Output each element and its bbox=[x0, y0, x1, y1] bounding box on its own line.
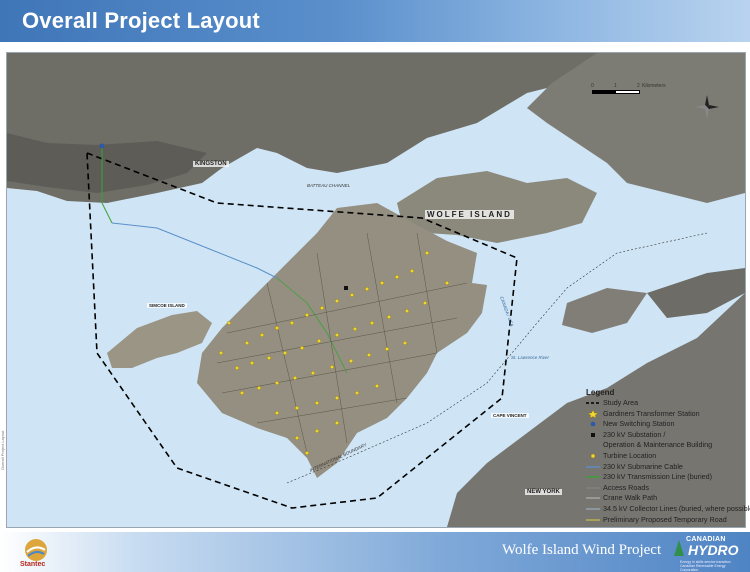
gray-line-icon bbox=[586, 484, 600, 492]
new-york-label: NEW YORK bbox=[525, 489, 562, 495]
north-arrow-icon bbox=[695, 95, 719, 119]
light-line-icon bbox=[586, 494, 600, 502]
simcoe-island bbox=[107, 311, 212, 368]
green-line-icon bbox=[586, 473, 600, 481]
substation-marker bbox=[344, 286, 348, 290]
scale-tick-2: 2 bbox=[637, 83, 640, 89]
page-title: Overall Project Layout bbox=[22, 8, 260, 33]
legend-title: Legend bbox=[586, 388, 615, 397]
wolfe-island-main bbox=[197, 203, 487, 478]
scale-unit: Kilometers bbox=[642, 83, 666, 89]
header-banner: Overall Project Layout bbox=[0, 0, 750, 42]
simcoe-island-label: SIMCOE ISLAND bbox=[147, 303, 187, 308]
submarine-cable-line bbox=[111, 222, 278, 279]
legend-item-collector: 34.5 kV Collector Lines (buried, where p… bbox=[586, 504, 750, 516]
black-square-icon bbox=[586, 431, 600, 439]
yellow-star-icon bbox=[586, 409, 600, 418]
st-lawrence-label: St. Lawrence River bbox=[511, 355, 550, 360]
yellow-dot-icon bbox=[586, 452, 600, 460]
stantec-logo-icon bbox=[25, 539, 47, 561]
scale-tick-0: 0 bbox=[591, 83, 594, 89]
legend-item-study-area: Study Area bbox=[586, 399, 736, 410]
scale-bar: 0 1 2 Kilometers bbox=[591, 83, 672, 94]
hydro-leaf-icon bbox=[674, 540, 684, 556]
footer-banner: Wolfe Island Wind Project bbox=[0, 532, 750, 572]
project-name: Wolfe Island Wind Project bbox=[502, 542, 662, 558]
blue-line-icon bbox=[586, 463, 600, 471]
thin-line-icon bbox=[586, 505, 600, 513]
map-legend: Legend Study Area Gardiners Transformer … bbox=[586, 388, 750, 527]
canadian-hydro-logo: CANADIAN HYDRO Energy in skills service … bbox=[672, 536, 742, 572]
scale-tick-1: 1 bbox=[614, 83, 617, 89]
dashed-line-icon bbox=[586, 399, 600, 407]
switching-station-marker bbox=[99, 143, 105, 149]
olive-line-icon bbox=[586, 516, 600, 524]
stantec-label: Stantec bbox=[20, 561, 46, 568]
cape-vincent-label: CAPE VINCENT bbox=[491, 413, 529, 418]
legend-item-turbine: Turbine Location bbox=[586, 451, 736, 463]
kingston-label: KINGSTON bbox=[193, 161, 229, 167]
batteau-channel-label: BATTEAU CHANNEL bbox=[307, 183, 351, 188]
small-island-east bbox=[562, 288, 647, 333]
wolfe-island-label: WOLFE ISLAND bbox=[425, 210, 514, 219]
legend-item-temp-road: Preliminary Proposed Temporary Road bbox=[586, 515, 736, 527]
blue-dot-icon bbox=[586, 420, 600, 428]
side-note: Overall Project Layout bbox=[0, 430, 5, 470]
